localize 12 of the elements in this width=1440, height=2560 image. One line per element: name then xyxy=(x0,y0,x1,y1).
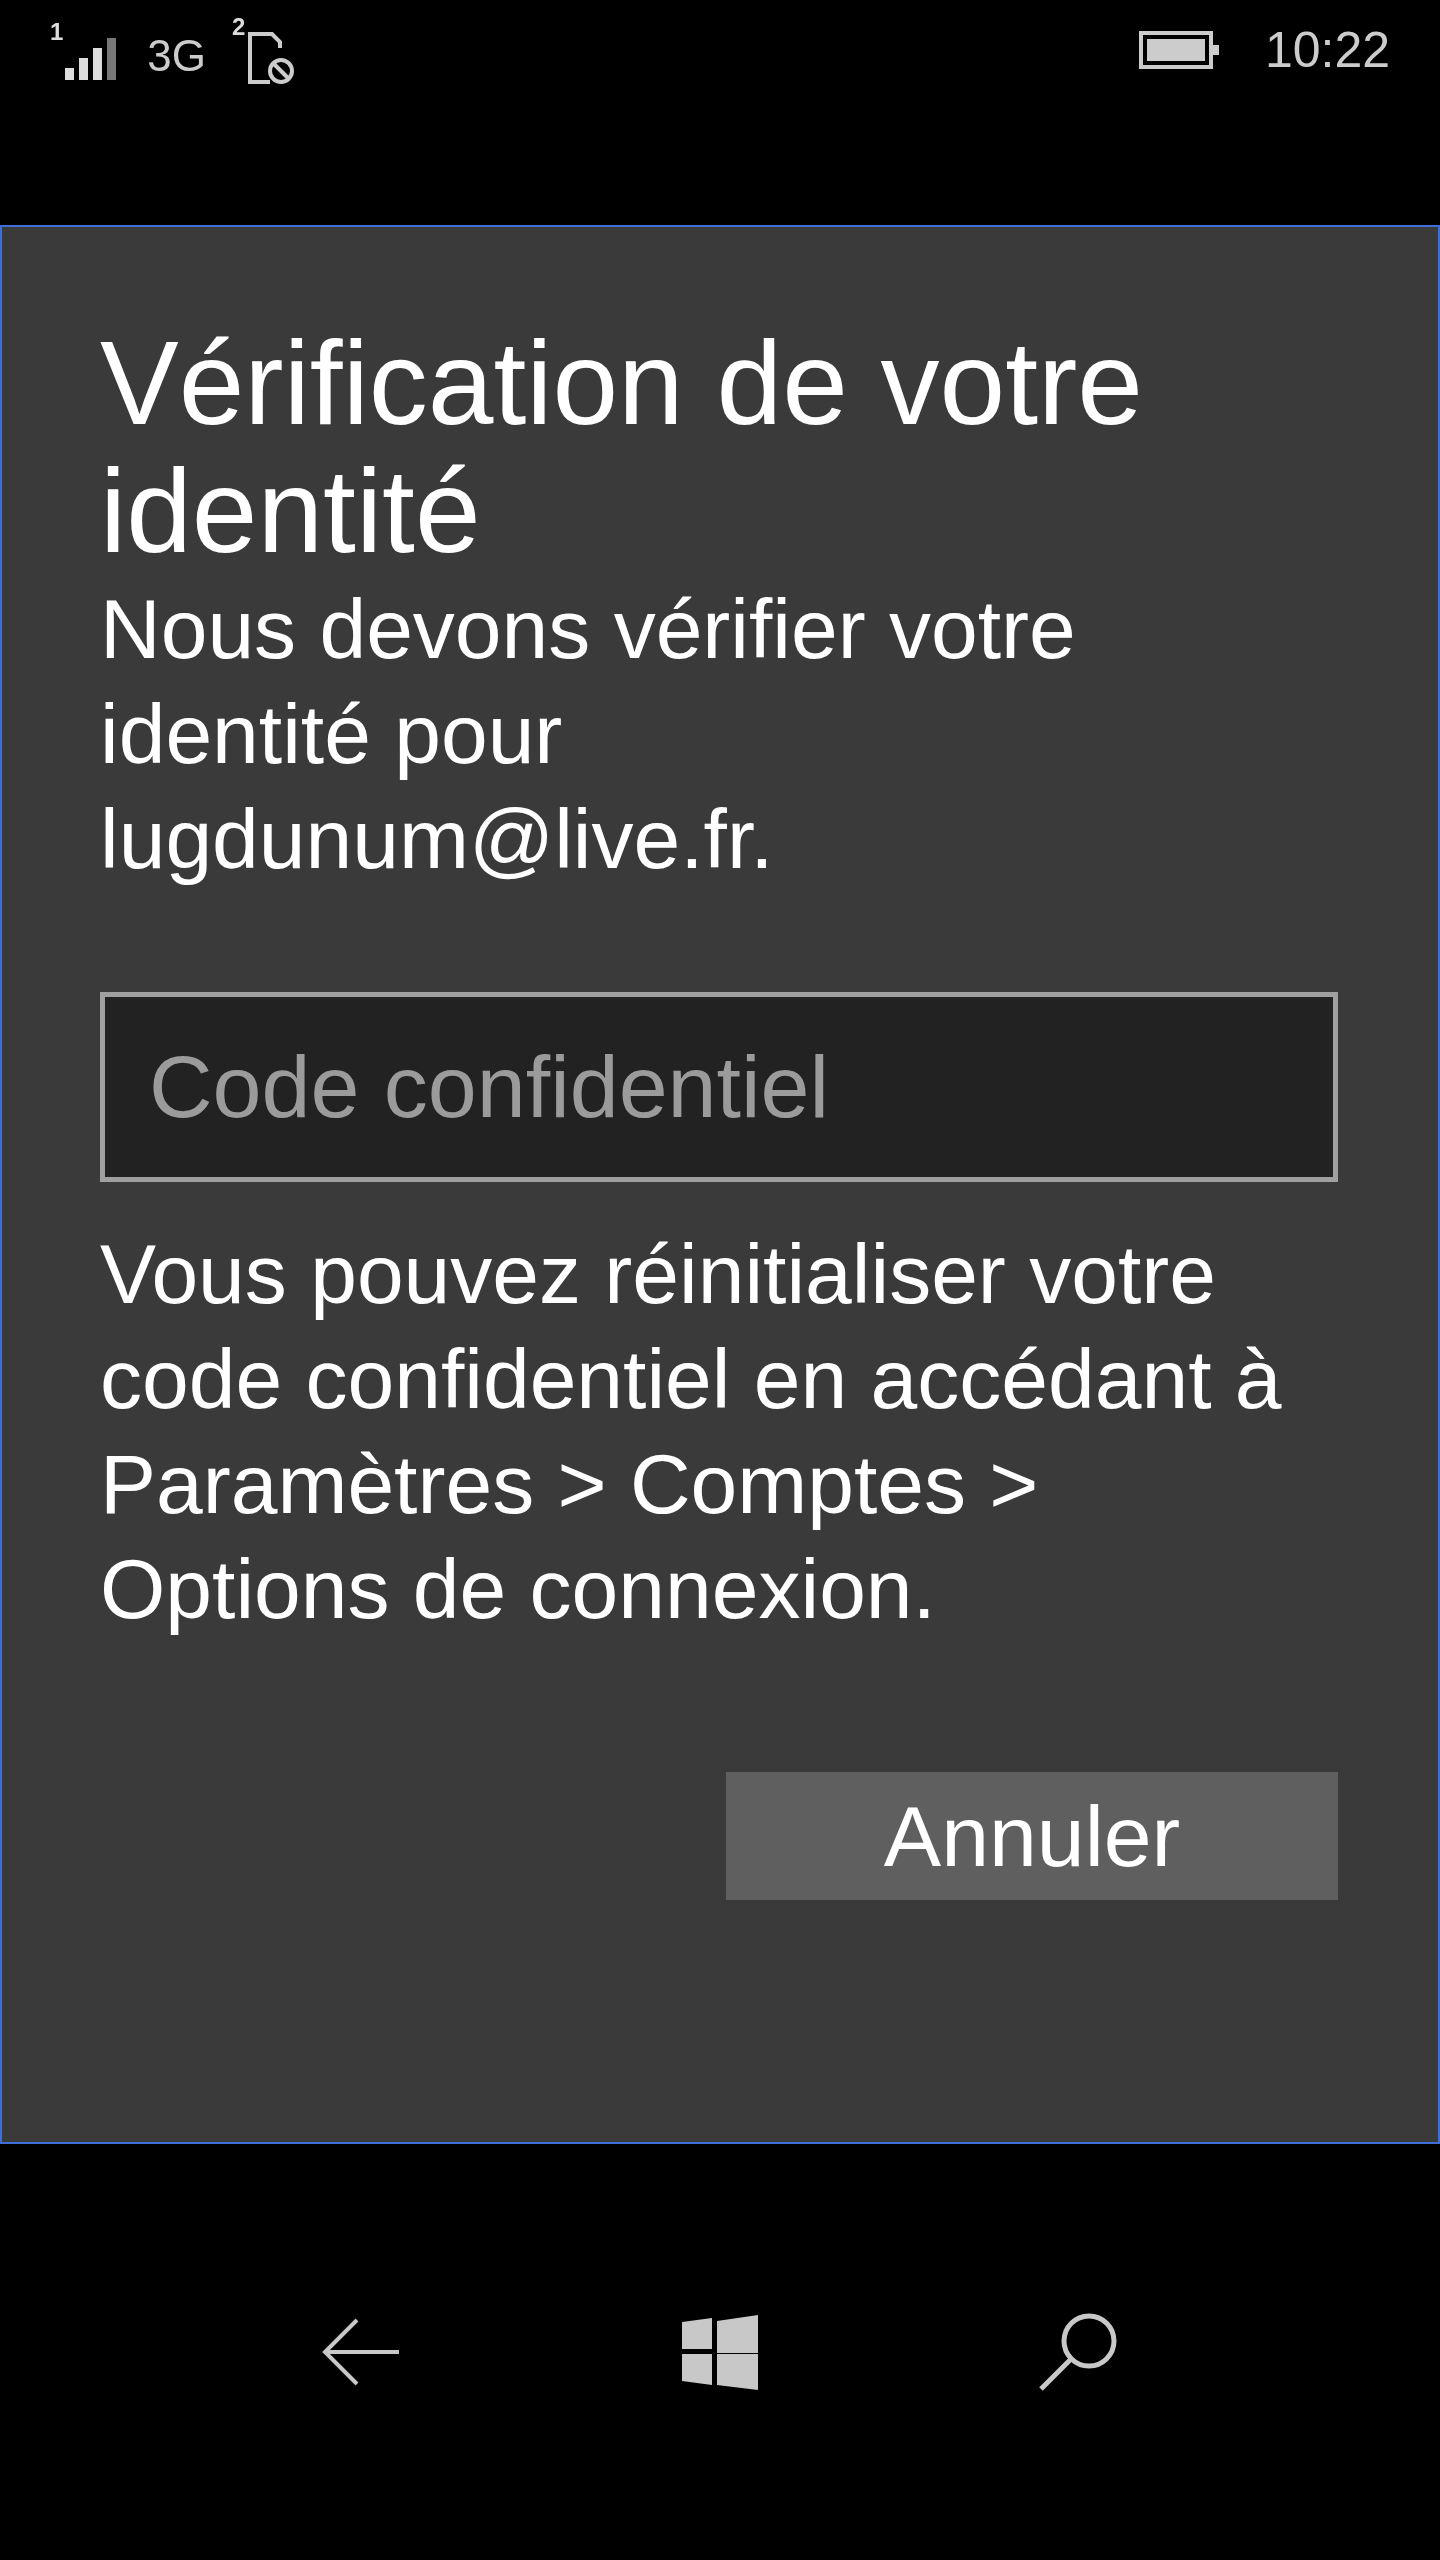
cancel-button[interactable]: Annuler xyxy=(726,1772,1338,1900)
sim-blocked-icon xyxy=(247,31,296,85)
battery-icon xyxy=(1138,31,1219,69)
clock-time: 10:22 xyxy=(1264,21,1390,79)
windows-logo-icon[interactable] xyxy=(682,2314,758,2390)
dialog-message: Nous devons vérifier votre identité pour lugdunum@live.fr. xyxy=(100,581,1077,888)
network-type: 3G xyxy=(147,31,207,81)
pin-input-field[interactable]: Code confidentiel xyxy=(100,992,1338,1182)
sim-number: 1 xyxy=(50,20,64,44)
info-text: Vous pouvez réinitialiser votre code confidentiel en accédant à Paramètres > Comptes > Options de connexion. xyxy=(100,1226,1283,1638)
dialog-title: Vérification de votre identité xyxy=(100,319,1144,575)
sim-number: 2 xyxy=(232,15,246,39)
